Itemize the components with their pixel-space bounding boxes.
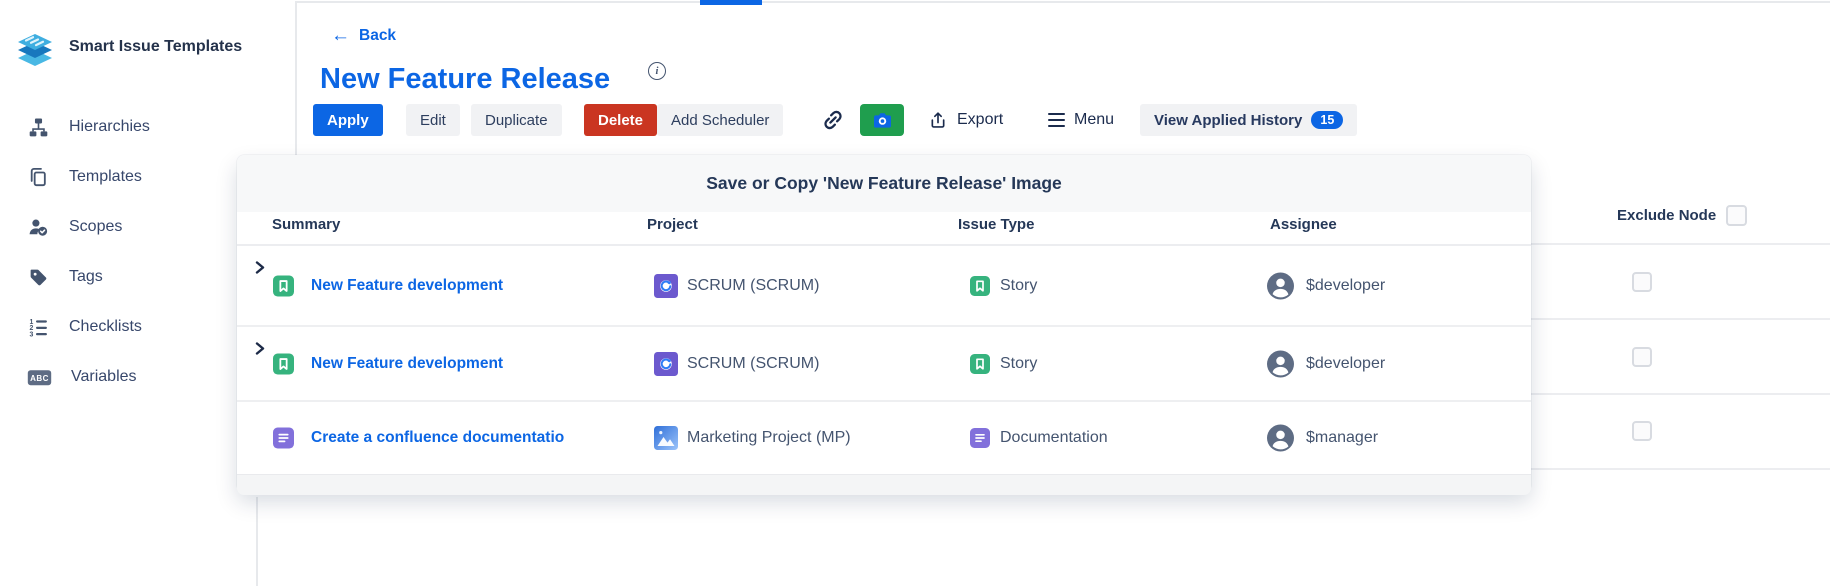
table-row: New Feature development SCRUM (SCRUM) St… xyxy=(237,246,1531,327)
info-icon[interactable]: i xyxy=(648,62,666,80)
checklist-icon: 1 2 3 xyxy=(27,316,50,339)
app-brand: Smart Issue Templates xyxy=(12,24,242,70)
summary-link[interactable]: Create a confluence documentatio xyxy=(311,429,564,447)
sidebar-item-variables[interactable]: ABC Variables xyxy=(0,352,256,402)
assignee-name: $developer xyxy=(1306,277,1385,295)
sidebar-item-label: Hierarchies xyxy=(69,118,150,136)
sidebar-item-tags[interactable]: Tags xyxy=(0,252,256,302)
table-header-row: Summary Project Issue Type Assignee xyxy=(237,212,1531,246)
summary-link[interactable]: New Feature development xyxy=(311,355,503,373)
edit-button[interactable]: Edit xyxy=(406,104,460,136)
svg-text:ABC: ABC xyxy=(30,373,49,382)
modal-title: Save or Copy 'New Feature Release' Image xyxy=(706,173,1062,194)
column-header-assignee: Assignee xyxy=(1270,216,1337,233)
sidebar-item-templates[interactable]: Templates xyxy=(0,152,256,202)
documentation-icon xyxy=(970,428,990,448)
scrum-project-icon xyxy=(654,352,678,376)
modal-header: Save or Copy 'New Feature Release' Image xyxy=(237,155,1531,212)
person-avatar-icon xyxy=(1267,350,1294,377)
column-header-issue-type: Issue Type xyxy=(958,216,1034,233)
assignee-name: $developer xyxy=(1306,355,1385,373)
project-name: SCRUM (SCRUM) xyxy=(687,355,819,373)
exclude-node-header: Exclude Node xyxy=(1617,205,1747,226)
top-border-line xyxy=(295,1,1830,3)
sidebar-item-hierarchies[interactable]: Hierarchies xyxy=(0,102,256,152)
camera-icon xyxy=(871,110,894,131)
export-label: Export xyxy=(957,111,1003,129)
link-icon[interactable] xyxy=(820,107,846,133)
summary-link[interactable]: New Feature development xyxy=(311,277,503,295)
person-avatar-icon xyxy=(1267,272,1294,299)
exclude-node-all-checkbox[interactable] xyxy=(1726,205,1747,226)
sidebar-item-scopes[interactable]: Scopes xyxy=(0,202,256,252)
app-title: Smart Issue Templates xyxy=(69,38,242,56)
apply-button[interactable]: Apply xyxy=(313,104,383,136)
assignee-name: $manager xyxy=(1306,429,1378,447)
sidebar-bottom-divider xyxy=(256,497,258,586)
save-image-modal: Save or Copy 'New Feature Release' Image… xyxy=(237,155,1531,492)
scopes-icon xyxy=(27,216,50,239)
exclude-node-checkbox[interactable] xyxy=(1632,272,1652,292)
menu-label: Menu xyxy=(1074,111,1114,129)
page-title: New Feature Release xyxy=(320,63,610,96)
view-applied-history-label: View Applied History xyxy=(1154,112,1302,129)
sidebar-item-label: Tags xyxy=(69,268,103,286)
project-name: Marketing Project (MP) xyxy=(687,429,851,447)
sidebar-item-checklists[interactable]: 1 2 3 Checklists xyxy=(0,302,256,352)
sidebar-item-label: Variables xyxy=(71,368,137,386)
svg-text:3: 3 xyxy=(29,331,33,338)
menu-button[interactable]: Menu xyxy=(1042,104,1120,136)
documentation-icon xyxy=(273,428,294,449)
delete-button[interactable]: Delete xyxy=(584,104,657,136)
back-link[interactable]: ← Back xyxy=(331,26,396,45)
content-left-divider xyxy=(295,2,297,155)
sidebar-item-label: Templates xyxy=(69,168,142,186)
back-label: Back xyxy=(359,27,396,45)
issue-type-name: Story xyxy=(1000,355,1037,373)
person-avatar-icon xyxy=(1267,425,1294,452)
exclude-node-label: Exclude Node xyxy=(1617,207,1716,224)
view-applied-history-button[interactable]: View Applied History 15 xyxy=(1140,104,1357,136)
sidebar: Smart Issue Templates Hierarchies xyxy=(0,0,256,586)
sidebar-nav: Hierarchies Templates xyxy=(0,102,256,402)
table-row: New Feature development SCRUM (SCRUM) St… xyxy=(237,327,1531,402)
issue-type-name: Documentation xyxy=(1000,429,1108,447)
marketing-project-icon xyxy=(654,426,678,450)
expand-chevron-icon[interactable] xyxy=(255,342,265,355)
project-name: SCRUM (SCRUM) xyxy=(687,277,819,295)
tag-icon xyxy=(27,266,50,289)
hamburger-icon xyxy=(1048,113,1065,128)
top-blue-indicator xyxy=(700,0,762,5)
modal-footer xyxy=(237,474,1531,495)
templates-icon xyxy=(27,166,50,189)
variables-abc-icon: ABC xyxy=(27,366,52,389)
story-icon xyxy=(273,353,294,374)
sidebar-item-label: Scopes xyxy=(69,218,122,236)
duplicate-button[interactable]: Duplicate xyxy=(471,104,562,136)
sidebar-item-label: Checklists xyxy=(69,318,142,336)
exclude-node-checkbox[interactable] xyxy=(1632,421,1652,441)
story-icon xyxy=(970,354,990,374)
app-window: Smart Issue Templates Hierarchies xyxy=(0,0,1830,586)
export-button[interactable]: Export xyxy=(922,104,1009,136)
back-arrow-icon: ← xyxy=(331,26,350,45)
column-header-project: Project xyxy=(647,216,698,233)
history-count-badge: 15 xyxy=(1311,111,1343,130)
expand-chevron-icon[interactable] xyxy=(255,261,265,274)
story-icon xyxy=(273,275,294,296)
exclude-node-checkbox[interactable] xyxy=(1632,347,1652,367)
export-icon xyxy=(928,110,948,131)
story-icon xyxy=(970,276,990,296)
app-logo-icon xyxy=(12,24,58,70)
table-row: Create a confluence documentatio Marketi… xyxy=(237,402,1531,474)
add-scheduler-button[interactable]: Add Scheduler xyxy=(657,104,783,136)
hierarchy-icon xyxy=(27,116,50,139)
column-header-summary: Summary xyxy=(272,216,340,233)
scrum-project-icon xyxy=(654,274,678,298)
issue-type-name: Story xyxy=(1000,277,1037,295)
save-image-button[interactable] xyxy=(860,104,904,136)
